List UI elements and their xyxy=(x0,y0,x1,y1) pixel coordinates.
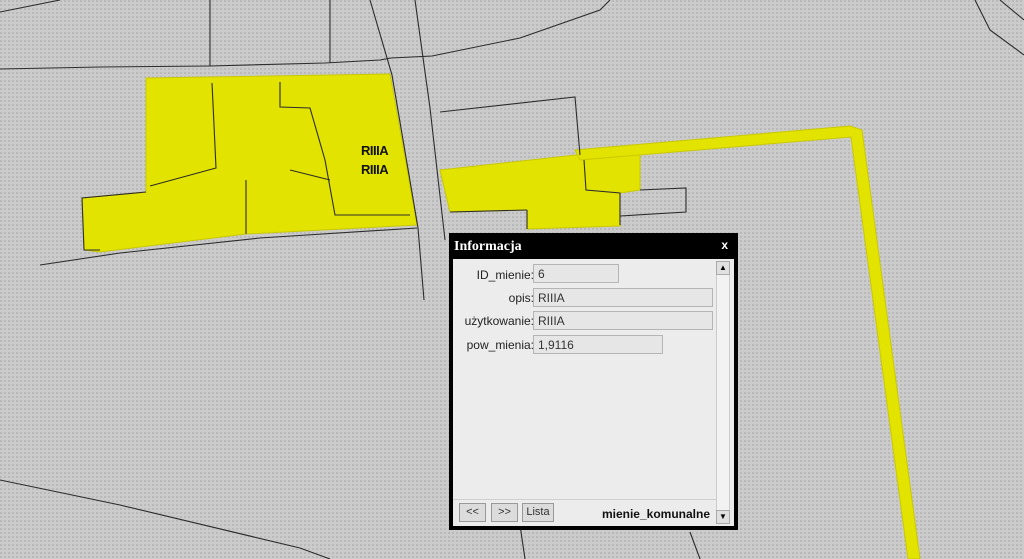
info-window-title: Informacja xyxy=(454,239,522,254)
parcel-label: RIIIA xyxy=(361,143,389,158)
parcel-label: RIIIA xyxy=(361,162,389,177)
field-value-uzytkowanie[interactable]: RIIIA xyxy=(533,311,713,330)
close-icon[interactable]: x xyxy=(721,238,728,252)
field-value-pow[interactable]: 1,9116 xyxy=(533,335,663,354)
info-window-footer: << >> Lista mienie_komunalne xyxy=(453,499,716,526)
layer-name: mienie_komunalne xyxy=(601,507,710,521)
field-label-pow: pow_mienia: xyxy=(466,338,534,352)
info-window-body: ID_mienie: 6 opis: RIIIA użytkowanie: RI… xyxy=(453,259,734,526)
prev-record-button[interactable]: << xyxy=(459,503,486,522)
scroll-down-icon[interactable]: ▼ xyxy=(716,510,730,524)
field-label-id: ID_mienie: xyxy=(476,268,534,282)
field-value-id[interactable]: 6 xyxy=(533,264,619,283)
scrollbar-track[interactable] xyxy=(716,275,730,512)
field-label-uzytkowanie: użytkowanie: xyxy=(464,314,534,328)
next-record-button[interactable]: >> xyxy=(491,503,518,522)
list-button[interactable]: Lista xyxy=(522,503,554,522)
info-window: Informacja x ID_mienie: 6 opis: RIIIA uż… xyxy=(449,233,738,530)
scroll-up-icon[interactable]: ▲ xyxy=(716,261,730,275)
field-value-opis[interactable]: RIIIA xyxy=(533,288,713,307)
field-label-opis: opis: xyxy=(508,291,534,305)
